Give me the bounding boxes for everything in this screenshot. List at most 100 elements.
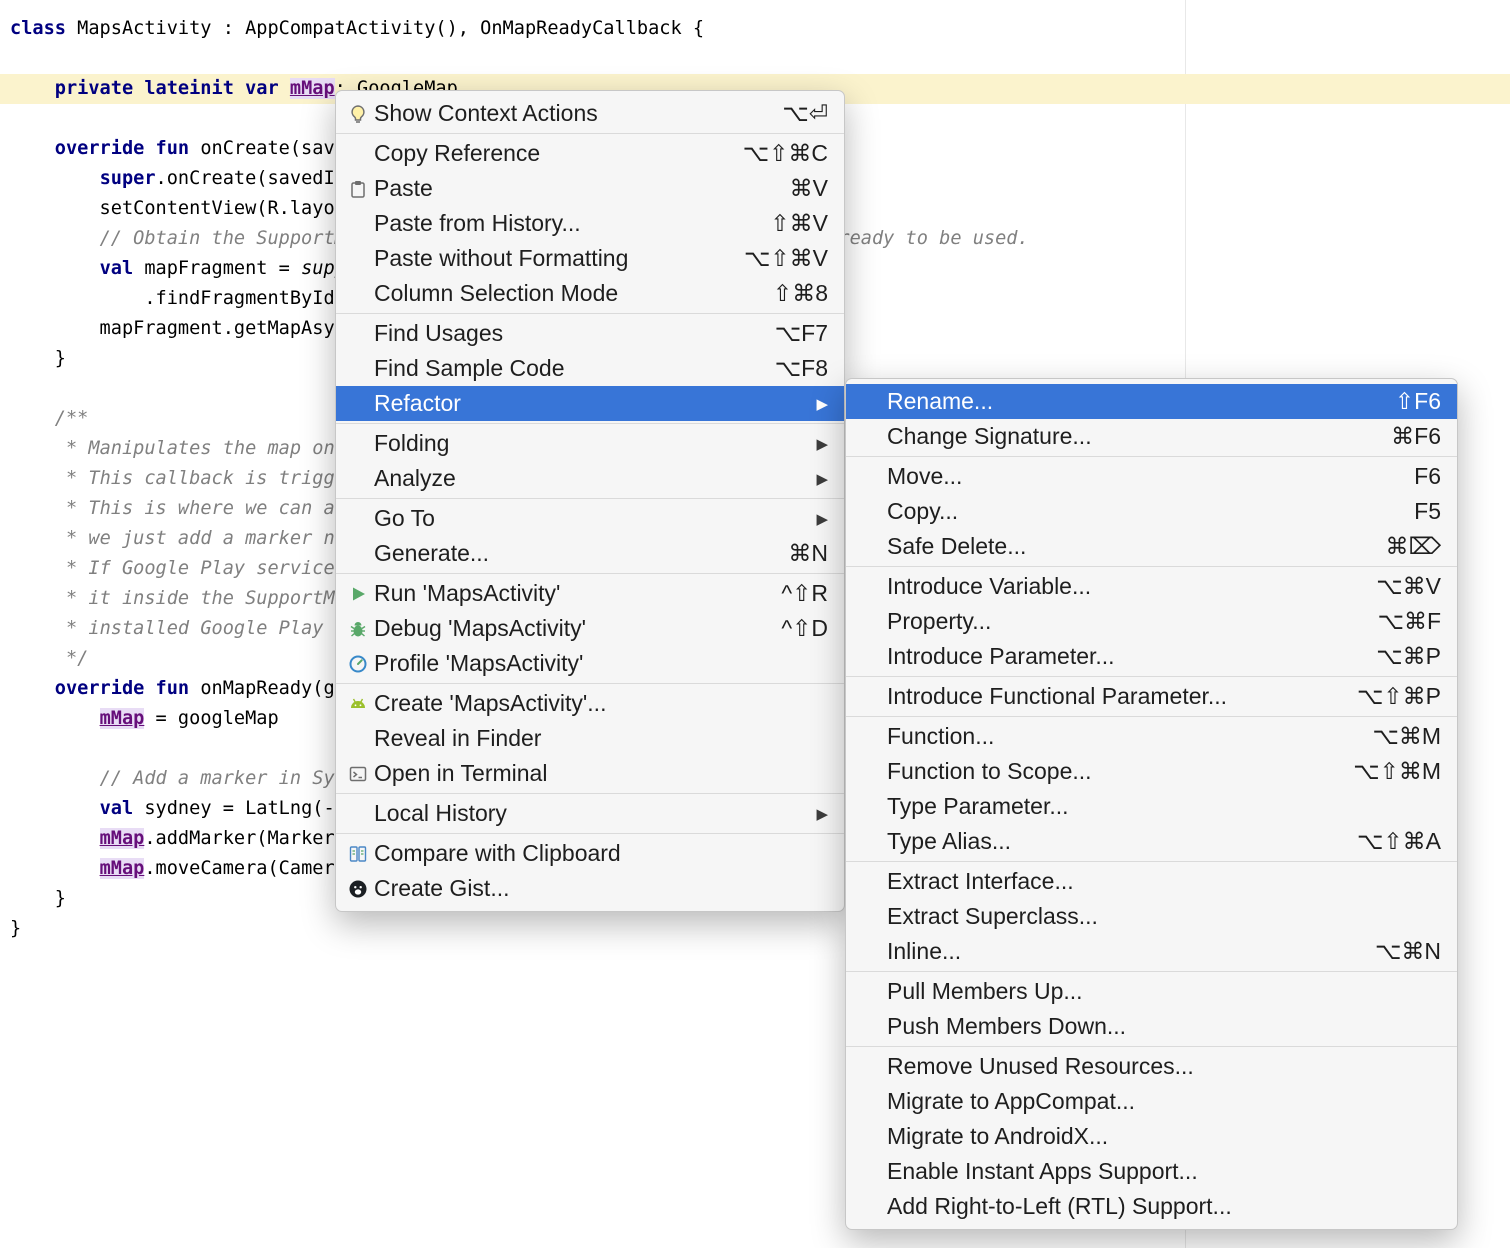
- menu-item-generate[interactable]: Generate...⌘N: [336, 536, 844, 571]
- code-token: }: [10, 348, 66, 369]
- code-token: [10, 678, 55, 699]
- menu-item-shortcut: ⌥F8: [751, 355, 828, 382]
- menu-item-change-signature[interactable]: Change Signature...⌘F6: [846, 419, 1457, 454]
- menu-item-migrate-to-androidx[interactable]: Migrate to AndroidX...: [846, 1119, 1457, 1154]
- menu-item-function-to-scope[interactable]: Function to Scope...⌥⇧⌘M: [846, 754, 1457, 789]
- menu-item-remove-unused-resources[interactable]: Remove Unused Resources...: [846, 1049, 1457, 1084]
- code-token: [10, 798, 100, 819]
- menu-item-label: Push Members Down...: [887, 1013, 1126, 1040]
- menu-item-type-parameter[interactable]: Type Parameter...: [846, 789, 1457, 824]
- menu-item-label: Debug 'MapsActivity': [374, 615, 586, 642]
- menu-item-label: Refactor: [374, 390, 461, 417]
- code-token: }: [10, 918, 21, 939]
- code-token: [10, 168, 100, 189]
- menu-item-label: Run 'MapsActivity': [374, 580, 560, 607]
- menu-item-reveal-in-finder[interactable]: Reveal in Finder: [336, 721, 844, 756]
- menu-item-label: Add Right-to-Left (RTL) Support...: [887, 1193, 1232, 1220]
- menu-item-go-to[interactable]: Go To▶: [336, 501, 844, 536]
- code-token: [10, 78, 55, 99]
- submenu-arrow-icon: ▶: [792, 395, 828, 413]
- menu-item-paste-from-history[interactable]: Paste from History... ⇧⌘V: [336, 206, 844, 241]
- menu-item-enable-instant-apps-support[interactable]: Enable Instant Apps Support...: [846, 1154, 1457, 1189]
- menu-item-label: Generate...: [374, 540, 489, 567]
- menu-item-debug-mapsactivity[interactable]: Debug 'MapsActivity'^⇧D: [336, 611, 844, 646]
- menu-item-analyze[interactable]: Analyze▶: [336, 461, 844, 496]
- code-token: super: [100, 168, 156, 189]
- menu-item-label: Paste from History...: [374, 210, 581, 237]
- menu-separator: [336, 313, 844, 314]
- menu-item-copy[interactable]: Copy...F5: [846, 494, 1457, 529]
- menu-item-shortcut: ⌥⇧⌘C: [719, 140, 828, 167]
- menu-item-profile-mapsactivity[interactable]: Profile 'MapsActivity': [336, 646, 844, 681]
- menu-item-shortcut: ⇧F6: [1371, 388, 1441, 415]
- menu-item-label: Reveal in Finder: [374, 725, 541, 752]
- no-icon: [347, 143, 374, 165]
- menu-item-copy-reference[interactable]: Copy Reference ⌥⇧⌘C: [336, 136, 844, 171]
- menu-item-label: Remove Unused Resources...: [887, 1053, 1194, 1080]
- menu-item-label: Copy Reference: [374, 140, 540, 167]
- menu-item-shortcut: ⌘V: [766, 175, 828, 202]
- menu-item-pull-members-up[interactable]: Pull Members Up...: [846, 974, 1457, 1009]
- menu-item-label: Find Usages: [374, 320, 503, 347]
- menu-item-introduce-functional-parameter[interactable]: Introduce Functional Parameter...⌥⇧⌘P: [846, 679, 1457, 714]
- menu-item-shortcut: ⇧⌘V: [746, 210, 828, 237]
- menu-item-type-alias[interactable]: Type Alias...⌥⇧⌘A: [846, 824, 1457, 859]
- no-icon: [347, 803, 374, 825]
- no-icon: [347, 248, 374, 270]
- menu-separator: [336, 833, 844, 834]
- menu-item-find-usages[interactable]: Find Usages⌥F7: [336, 316, 844, 351]
- code-token: [10, 708, 100, 729]
- menu-item-extract-superclass[interactable]: Extract Superclass...: [846, 899, 1457, 934]
- menu-separator: [336, 793, 844, 794]
- menu-item-introduce-variable[interactable]: Introduce Variable...⌥⌘V: [846, 569, 1457, 604]
- menu-item-move[interactable]: Move...F6: [846, 459, 1457, 494]
- menu-item-create-gist[interactable]: Create Gist...: [336, 871, 844, 906]
- mmap-symbol-highlight: mMap: [100, 708, 145, 729]
- menu-item-label: Enable Instant Apps Support...: [887, 1158, 1198, 1185]
- menu-item-open-in-terminal[interactable]: Open in Terminal: [336, 756, 844, 791]
- menu-item-label: Profile 'MapsActivity': [374, 650, 583, 677]
- menu-item-create-mapsactivity[interactable]: Create 'MapsActivity'...: [336, 686, 844, 721]
- code-token: [10, 588, 66, 609]
- menu-item-label: Create 'MapsActivity'...: [374, 690, 606, 717]
- profiler-icon: [347, 653, 374, 675]
- menu-item-run-mapsactivity[interactable]: Run 'MapsActivity'^⇧R: [336, 576, 844, 611]
- no-icon: [347, 393, 374, 415]
- menu-item-show-context-actions[interactable]: Show Context Actions⌥⏎: [336, 96, 844, 131]
- menu-item-paste[interactable]: Paste ⌘V: [336, 171, 844, 206]
- code-token: mapFragment =: [144, 258, 301, 279]
- menu-item-label: Find Sample Code: [374, 355, 565, 382]
- menu-item-shortcut: ⌘F6: [1367, 423, 1441, 450]
- menu-item-column-selection-mode[interactable]: Column Selection Mode⇧⌘8: [336, 276, 844, 311]
- menu-item-extract-interface[interactable]: Extract Interface...: [846, 864, 1457, 899]
- menu-item-local-history[interactable]: Local History▶: [336, 796, 844, 831]
- mmap-symbol-highlight: mMap: [100, 828, 145, 849]
- menu-item-shortcut: ⌥⌘N: [1351, 938, 1441, 965]
- menu-item-shortcut: ⌥⌘V: [1352, 573, 1441, 600]
- menu-item-label: Property...: [887, 608, 991, 635]
- menu-item-label: Extract Interface...: [887, 868, 1074, 895]
- menu-item-property[interactable]: Property...⌥⌘F: [846, 604, 1457, 639]
- menu-item-function[interactable]: Function...⌥⌘M: [846, 719, 1457, 754]
- menu-item-refactor[interactable]: Refactor ▶: [336, 386, 844, 421]
- menu-item-rename[interactable]: Rename...⇧F6: [846, 384, 1457, 419]
- menu-item-compare-with-clipboard[interactable]: Compare with Clipboard: [336, 836, 844, 871]
- menu-item-label: Go To: [374, 505, 435, 532]
- menu-item-introduce-parameter[interactable]: Introduce Parameter...⌥⌘P: [846, 639, 1457, 674]
- menu-item-add-right-to-left-rtl-support[interactable]: Add Right-to-Left (RTL) Support...: [846, 1189, 1457, 1224]
- menu-item-label: Extract Superclass...: [887, 903, 1098, 930]
- menu-separator: [336, 498, 844, 499]
- menu-item-migrate-to-appcompat[interactable]: Migrate to AppCompat...: [846, 1084, 1457, 1119]
- menu-item-find-sample-code[interactable]: Find Sample Code ⌥F8: [336, 351, 844, 386]
- menu-item-label: Paste: [374, 175, 433, 202]
- menu-item-push-members-down[interactable]: Push Members Down...: [846, 1009, 1457, 1044]
- menu-separator: [846, 676, 1457, 677]
- menu-item-paste-without-formatting[interactable]: Paste without Formatting⌥⇧⌘V: [336, 241, 844, 276]
- menu-item-inline[interactable]: Inline...⌥⌘N: [846, 934, 1457, 969]
- menu-item-safe-delete[interactable]: Safe Delete...⌘⌦: [846, 529, 1457, 564]
- menu-item-shortcut: ⌥⇧⌘A: [1333, 828, 1441, 855]
- menu-item-shortcut: ⌥⏎: [758, 100, 828, 127]
- menu-item-folding[interactable]: Folding▶: [336, 426, 844, 461]
- menu-item-label: Introduce Parameter...: [887, 643, 1115, 670]
- no-icon: [347, 283, 374, 305]
